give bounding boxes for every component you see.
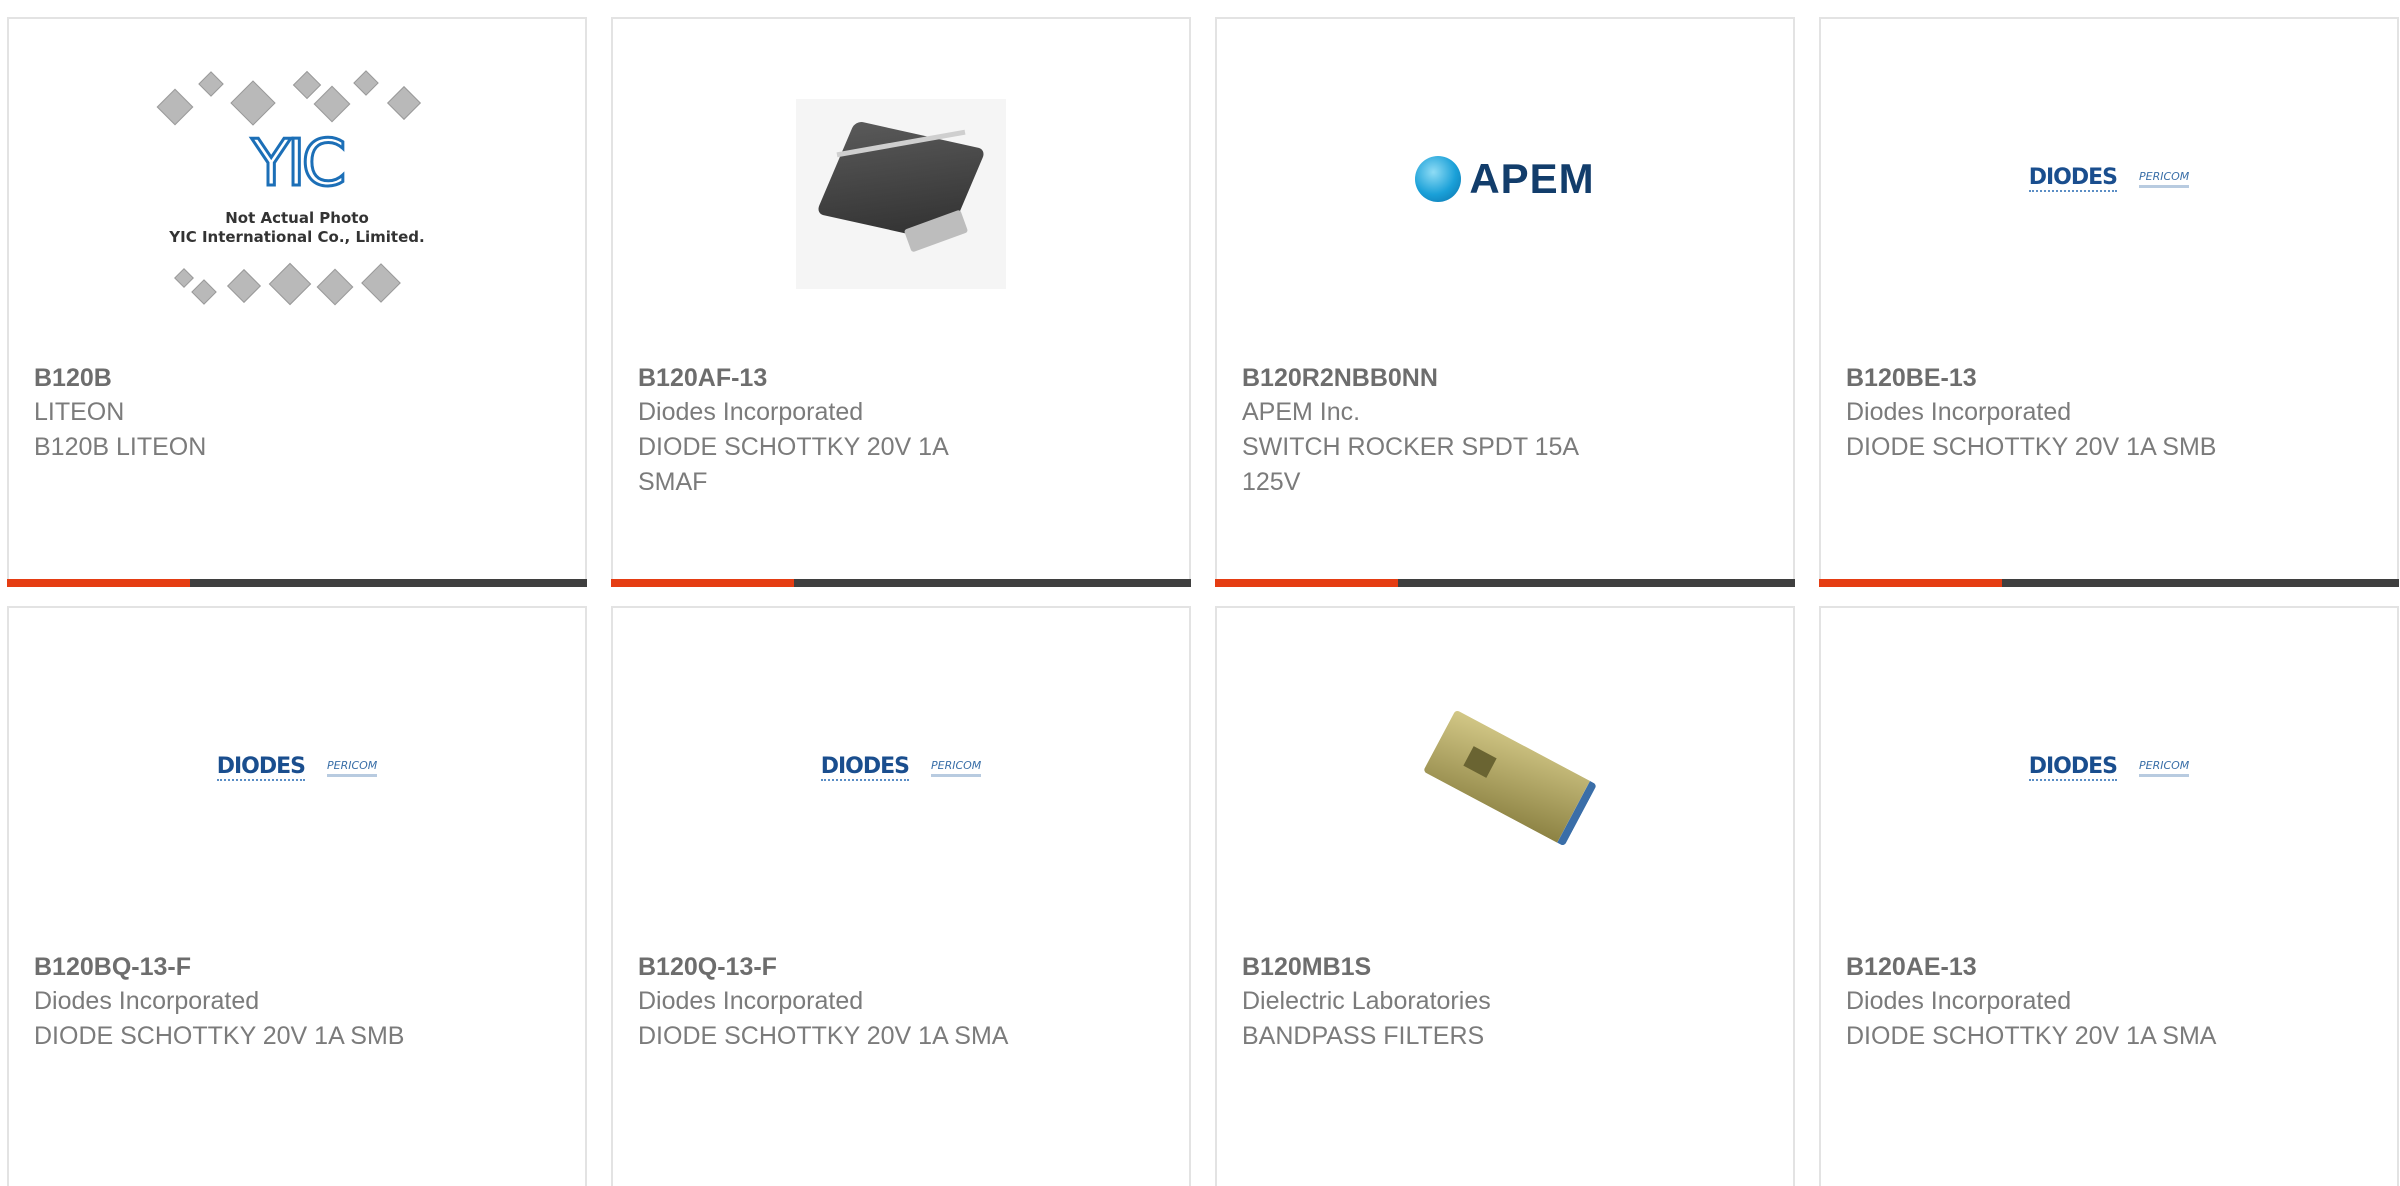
description: SWITCH ROCKER SPDT 15A 125V	[1242, 433, 1578, 496]
product-info: B120AE-13 Diodes Incorporated DIODE SCHO…	[1846, 951, 2366, 1054]
manufacturer: Dielectric Laboratories	[1242, 987, 1491, 1015]
diodes-wordmark: DIODES	[2028, 165, 2118, 192]
chip-icon	[387, 86, 421, 120]
accent-segment	[611, 579, 794, 587]
chip-icon	[353, 70, 379, 96]
apem-wordmark: APEM	[1469, 155, 1595, 202]
diodes-wordmark: DIODES	[820, 754, 910, 781]
product-info: B120R2NBB0NN APEM Inc. SWITCH ROCKER SPD…	[1242, 362, 1762, 500]
product-info: B120BE-13 Diodes Incorporated DIODE SCHO…	[1846, 362, 2366, 465]
chip-icon	[227, 269, 261, 303]
diodes-pericom-logo: DIODES PERICOM	[2028, 754, 2190, 781]
part-number[interactable]: B120BE-13	[1846, 362, 2366, 394]
product-info: B120Q-13-F Diodes Incorporated DIODE SCH…	[638, 951, 1158, 1054]
diodes-pericom-logo: DIODES PERICOM	[820, 754, 982, 781]
diodes-pericom-logo: DIODES PERICOM	[2028, 165, 2190, 192]
description: DIODE SCHOTTKY 20V 1A SMA	[638, 1022, 1009, 1050]
chip-icon	[230, 80, 276, 126]
smaf-diode-image	[796, 99, 1006, 289]
product-image[interactable]: DIODES PERICOM	[613, 623, 1189, 913]
image-caption: Not Actual Photo YIC International Co., …	[169, 209, 425, 246]
chip-icon	[292, 70, 322, 100]
description: DIODE SCHOTTKY 20V 1A SMA	[1846, 1022, 2217, 1050]
pericom-wordmark: PERICOM	[2138, 759, 2190, 777]
product-card[interactable]: B120AF-13 Diodes Incorporated DIODE SCHO…	[611, 17, 1191, 587]
pericom-wordmark: PERICOM	[2138, 170, 2190, 188]
description: DIODE SCHOTTKY 20V 1A SMB	[1846, 433, 2217, 461]
chip-icon	[268, 262, 312, 306]
chip-icon	[191, 279, 217, 305]
product-image[interactable]: DIODES PERICOM	[9, 623, 585, 913]
product-info: B120B LITEON B120B LITEON	[34, 362, 554, 465]
product-image[interactable]	[613, 49, 1189, 339]
product-image[interactable]: DIODES PERICOM	[1821, 623, 2397, 913]
product-image[interactable]: DIODES PERICOM	[1821, 34, 2397, 324]
manufacturer: Diodes Incorporated	[1846, 398, 2072, 426]
part-number[interactable]: B120MB1S	[1242, 951, 1762, 983]
not-actual-photo-image: YIC Not Actual Photo YIC International C…	[147, 69, 447, 319]
chip-icon	[156, 88, 194, 126]
product-card[interactable]: B120MB1S Dielectric Laboratories BANDPAS…	[1215, 606, 1795, 1186]
product-image[interactable]	[1217, 638, 1793, 928]
product-image[interactable]: YIC Not Actual Photo YIC International C…	[9, 49, 585, 339]
manufacturer: Diodes Incorporated	[638, 398, 864, 426]
manufacturer: APEM Inc.	[1242, 398, 1361, 426]
manufacturer: Diodes Incorporated	[1846, 987, 2072, 1015]
description: DIODE SCHOTTKY 20V 1A SMAF	[638, 433, 948, 496]
part-number[interactable]: B120AE-13	[1846, 951, 2366, 983]
yic-logo: YIC	[250, 126, 348, 203]
product-card[interactable]: DIODES PERICOM B120BE-13 Diodes Incorpor…	[1819, 17, 2399, 587]
chip-icon	[361, 263, 401, 303]
globe-icon	[1415, 156, 1462, 202]
part-number[interactable]: B120Q-13-F	[638, 951, 1158, 983]
part-number[interactable]: B120AF-13	[638, 362, 1158, 394]
diodes-pericom-logo: DIODES PERICOM	[216, 754, 378, 781]
manufacturer: Diodes Incorporated	[34, 987, 260, 1015]
description: BANDPASS FILTERS	[1242, 1022, 1485, 1050]
product-info: B120AF-13 Diodes Incorporated DIODE SCHO…	[638, 362, 1158, 500]
manufacturer: Diodes Incorporated	[638, 987, 864, 1015]
bandpass-filter-image	[1405, 693, 1605, 873]
product-card[interactable]: APEM B120R2NBB0NN APEM Inc. SWITCH ROCKE…	[1215, 17, 1795, 587]
chip-icon	[316, 268, 354, 306]
part-number[interactable]: B120R2NBB0NN	[1242, 362, 1762, 394]
apem-logo: APEM	[1415, 155, 1594, 203]
chip-icon	[198, 71, 224, 97]
chip-icon	[174, 268, 194, 288]
diodes-wordmark: DIODES	[216, 754, 306, 781]
product-card[interactable]: DIODES PERICOM B120BQ-13-F Diodes Incorp…	[7, 606, 587, 1186]
card-accent-bar	[611, 579, 1191, 587]
product-info: B120MB1S Dielectric Laboratories BANDPAS…	[1242, 951, 1762, 1054]
diodes-wordmark: DIODES	[2028, 754, 2118, 781]
chip-icon	[313, 85, 351, 123]
product-card[interactable]: DIODES PERICOM B120AE-13 Diodes Incorpor…	[1819, 606, 2399, 1186]
product-image[interactable]: APEM	[1217, 34, 1793, 324]
card-accent-bar	[1215, 579, 1795, 587]
part-number[interactable]: B120B	[34, 362, 554, 394]
card-accent-bar	[1819, 579, 2399, 587]
description: B120B LITEON	[34, 433, 207, 461]
product-grid: YIC Not Actual Photo YIC International C…	[0, 0, 2400, 1186]
filter-body	[1422, 709, 1598, 847]
card-accent-bar	[7, 579, 587, 587]
pericom-wordmark: PERICOM	[326, 759, 378, 777]
product-card[interactable]: DIODES PERICOM B120Q-13-F Diodes Incorpo…	[611, 606, 1191, 1186]
accent-segment	[1215, 579, 1398, 587]
accent-segment	[1819, 579, 2002, 587]
pericom-wordmark: PERICOM	[930, 759, 982, 777]
product-card[interactable]: YIC Not Actual Photo YIC International C…	[7, 17, 587, 587]
accent-segment	[7, 579, 190, 587]
part-number[interactable]: B120BQ-13-F	[34, 951, 554, 983]
product-info: B120BQ-13-F Diodes Incorporated DIODE SC…	[34, 951, 554, 1054]
description: DIODE SCHOTTKY 20V 1A SMB	[34, 1022, 405, 1050]
manufacturer: LITEON	[34, 398, 125, 426]
